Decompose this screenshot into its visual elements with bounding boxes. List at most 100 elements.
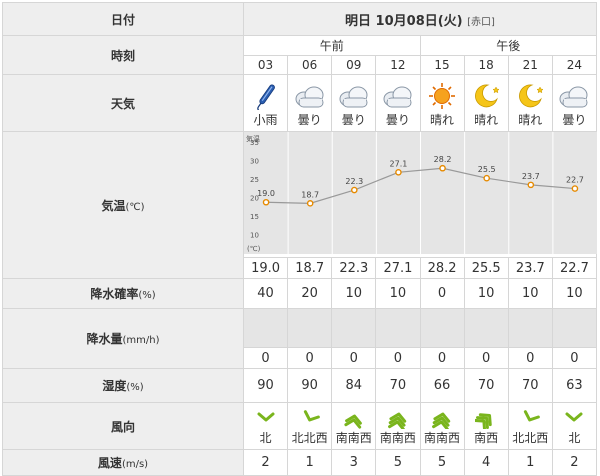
wind-arrow-icon bbox=[344, 414, 362, 429]
wind-dir-text: 南南西 bbox=[424, 430, 461, 445]
precip-bar-cell bbox=[331, 308, 377, 348]
precip-bar-cell bbox=[287, 308, 333, 348]
wind-dir-cell: 北北西 bbox=[507, 402, 553, 450]
cloud-icon bbox=[295, 86, 324, 108]
chart-tick-label: 30 bbox=[250, 158, 259, 166]
temp-value-cell: 28.2 bbox=[419, 257, 465, 279]
precip-bar-cell bbox=[507, 308, 553, 348]
wind-speed-cell: 5 bbox=[375, 449, 421, 476]
temp-point bbox=[395, 168, 402, 176]
rokuyo-label: [赤口] bbox=[467, 16, 495, 28]
precip-amount-cell: 0 bbox=[463, 347, 509, 369]
wind-dir-text: 北北西 bbox=[512, 430, 549, 445]
cloud-icon bbox=[559, 86, 588, 108]
temp-label-text: 気温 bbox=[101, 198, 126, 213]
precip-bar-cell bbox=[375, 308, 421, 348]
wind-speed-cell: 4 bbox=[463, 449, 509, 476]
period-pm: 午後 bbox=[419, 35, 597, 56]
temp-point bbox=[571, 185, 579, 192]
date-text: 明日 10月08日(火) bbox=[345, 13, 463, 29]
weather-name: 曇り bbox=[341, 113, 366, 127]
humidity-cell: 90 bbox=[242, 368, 289, 403]
hour-cell: 15 bbox=[419, 55, 465, 75]
chart-tick-label: 25 bbox=[250, 176, 259, 184]
wind-arrow-icon bbox=[475, 412, 492, 429]
hour-cell: 12 bbox=[375, 55, 421, 75]
precip-amount-cell: 0 bbox=[551, 347, 598, 369]
wind-speed-cell: 1 bbox=[507, 449, 553, 476]
precip-prob-cell: 0 bbox=[419, 278, 465, 309]
wind-dir-text: 北 bbox=[259, 430, 272, 445]
precip-prob-label: 降水確率(%) bbox=[2, 278, 244, 309]
temp-data-label: 23.7 bbox=[522, 172, 540, 181]
temp-point bbox=[262, 198, 270, 206]
hour-cell: 24 bbox=[551, 55, 598, 75]
humidity-cell: 70 bbox=[375, 368, 421, 403]
precip-amount-chart-row: 降水量(mm/h) bbox=[2, 308, 598, 369]
date-row: 日付 明日 10月08日(火) [赤口] bbox=[2, 2, 597, 36]
temp-unit: (℃) bbox=[125, 201, 145, 213]
wind-dir-cell: 南南西 bbox=[331, 402, 377, 450]
wind-dir-label: 風向 bbox=[2, 402, 244, 450]
wind-dir-cell: 南南西 bbox=[375, 402, 421, 450]
precip-prob-cell: 10 bbox=[331, 278, 377, 309]
weather-cell: 曇り bbox=[287, 74, 333, 132]
wind-dir-text: 南西 bbox=[474, 430, 499, 445]
umbrella-icon bbox=[256, 84, 275, 110]
temp-value-cell: 22.3 bbox=[331, 257, 377, 279]
humidity-cell: 90 bbox=[287, 368, 333, 403]
chart-axis-unit: (℃) bbox=[247, 245, 261, 253]
humidity-cell: 63 bbox=[551, 368, 598, 403]
humidity-unit: (%) bbox=[126, 382, 144, 393]
humidity-cell: 70 bbox=[463, 368, 509, 403]
temp-data-label: 18.7 bbox=[301, 190, 319, 199]
cloud-icon bbox=[383, 86, 412, 108]
temp-label: 気温(℃) bbox=[2, 131, 244, 279]
moon-icon bbox=[475, 84, 500, 108]
precip-bar-cell bbox=[419, 308, 465, 348]
precip-amount-cell: 0 bbox=[242, 347, 289, 369]
date-header: 明日 10月08日(火) [赤口] bbox=[243, 2, 597, 36]
temp-data-label: 25.5 bbox=[478, 165, 496, 174]
weather-name: 晴れ bbox=[518, 113, 543, 127]
date-label: 日付 bbox=[2, 2, 244, 36]
temp-point bbox=[527, 181, 535, 189]
wind-speed-label: 風速(m/s) bbox=[2, 449, 244, 476]
temp-value-cell: 25.5 bbox=[463, 257, 509, 279]
wind-dir-cell: 北 bbox=[551, 402, 598, 450]
weather-name: 曇り bbox=[297, 113, 322, 127]
humidity-row: 湿度(%) 90 90 84 70 66 70 70 63 bbox=[2, 368, 598, 403]
temp-value-cell: 27.1 bbox=[375, 257, 421, 279]
wind-arrow-icon bbox=[257, 412, 275, 421]
temp-value-cell: 19.0 bbox=[242, 257, 289, 279]
wind-dir-cell: 北北西 bbox=[287, 402, 333, 450]
moon-icon bbox=[519, 84, 544, 108]
temp-chart-row: 気温(℃) 気温 35 30 25 20 15 10 (℃) 19.0 18.7 22.3 27.1 2… bbox=[2, 131, 597, 279]
precip-bar-cell bbox=[551, 308, 598, 348]
precip-prob-cell: 20 bbox=[287, 278, 333, 309]
wind-arrow-icon bbox=[303, 409, 320, 421]
period-am: 午前 bbox=[243, 35, 421, 56]
precip-prob-unit: (%) bbox=[138, 290, 156, 301]
wind-speed-cell: 3 bbox=[331, 449, 377, 476]
hour-cell: 06 bbox=[287, 55, 333, 75]
wind-dir-row: 風向 北北北西 南南西 南南西 南南西 南西 北北西北 bbox=[2, 402, 598, 450]
weather-cell: 晴れ bbox=[463, 74, 509, 132]
temp-data-label: 22.7 bbox=[566, 176, 584, 185]
wind-speed-row: 風速(m/s) 21355412 bbox=[2, 449, 598, 476]
precip-amount-cell: 0 bbox=[419, 347, 465, 369]
precip-prob-cell: 40 bbox=[242, 278, 289, 309]
humidity-label-text: 湿度 bbox=[102, 379, 127, 393]
wind-speed-cell: 1 bbox=[287, 449, 333, 476]
precip-prob-cell: 10 bbox=[551, 278, 598, 309]
weather-cell: 晴れ bbox=[507, 74, 553, 132]
weather-cell: 晴れ bbox=[419, 74, 465, 132]
wind-dir-text: 南南西 bbox=[335, 430, 372, 445]
weather-cell: 小雨 bbox=[242, 74, 289, 132]
precip-bar-cell bbox=[463, 308, 509, 348]
chart-tick-label: 15 bbox=[250, 213, 259, 221]
precip-prob-cell: 10 bbox=[507, 278, 553, 309]
temp-data-label: 27.1 bbox=[390, 159, 408, 168]
precip-amount-cell: 0 bbox=[375, 347, 421, 369]
chart-tick-label: 10 bbox=[250, 232, 259, 240]
